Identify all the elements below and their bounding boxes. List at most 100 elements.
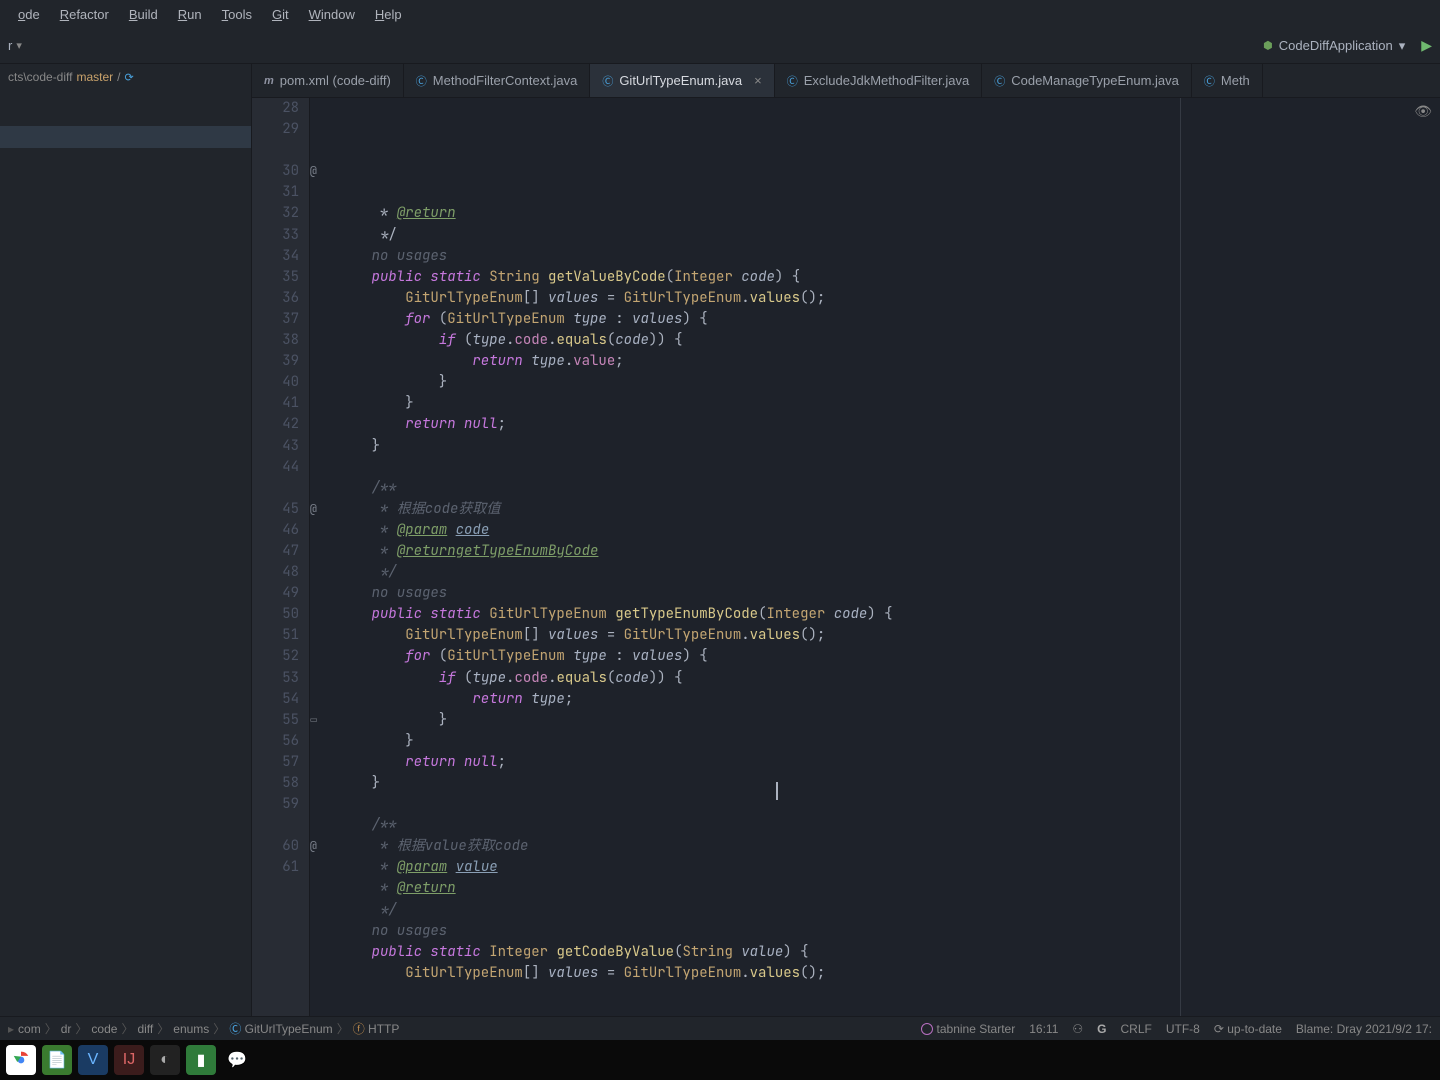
breadcrumb-item[interactable]: code	[91, 1022, 117, 1036]
run-config-label: CodeDiffApplication	[1279, 38, 1393, 53]
menu-tools[interactable]: Tools	[212, 3, 262, 26]
breadcrumb-path[interactable]: ▸com 〉 dr 〉 code 〉 diff 〉 enums 〉 Ⓒ GitU…	[8, 1020, 399, 1037]
code-line[interactable]: return null;	[338, 414, 1440, 435]
breadcrumb-item[interactable]: ⓕ HTTP	[353, 1020, 400, 1037]
menu-git[interactable]: Git	[262, 3, 299, 26]
code-line[interactable]: no usages	[338, 583, 1440, 604]
code-line[interactable]: * @return	[338, 878, 1440, 899]
taskbar-app[interactable]: ▮	[186, 1045, 216, 1075]
menu-ode[interactable]: ode	[8, 3, 50, 26]
nav-dropdown[interactable]: r	[8, 38, 12, 53]
code-line[interactable]: return type.value;	[338, 351, 1440, 372]
code-line[interactable]: }	[338, 731, 1440, 752]
code-line[interactable]: if (type.code.equals(code)) {	[338, 330, 1440, 351]
taskbar-app[interactable]: V	[78, 1045, 108, 1075]
class-icon: Ⓒ	[229, 1022, 244, 1036]
code-line[interactable]	[338, 794, 1440, 815]
menu-run[interactable]: Run	[168, 3, 212, 26]
menu-build[interactable]: Build	[119, 3, 168, 26]
status-bar: ▸com 〉 dr 〉 code 〉 diff 〉 enums 〉 Ⓒ GitU…	[0, 1016, 1440, 1040]
code-line[interactable]: * @param code	[338, 520, 1440, 541]
run-config-icon: ⬢	[1263, 39, 1273, 52]
git-blame[interactable]: Blame: Dray 2021/9/2 17:	[1296, 1022, 1432, 1036]
tabnine-status[interactable]: tabnine Starter	[921, 1022, 1016, 1036]
chevron-down-icon: ▾	[16, 39, 22, 52]
project-path[interactable]: cts\code-diff master / ⟳	[0, 64, 251, 90]
run-configuration[interactable]: ⬢ CodeDiffApplication ▾	[1255, 34, 1413, 58]
breadcrumb-item[interactable]: dr	[61, 1022, 72, 1036]
code-line[interactable]: public static GitUrlTypeEnum getTypeEnum…	[338, 604, 1440, 625]
code-line[interactable]: GitUrlTypeEnum[] values = GitUrlTypeEnum…	[338, 963, 1440, 984]
code-line[interactable]: }	[338, 372, 1440, 393]
class-icon: Ⓒ	[787, 73, 798, 89]
project-sidebar: cts\code-diff master / ⟳	[0, 64, 252, 1016]
code-line[interactable]: /**	[338, 478, 1440, 499]
close-icon[interactable]: ×	[754, 73, 762, 88]
code-line[interactable]: * 根据code获取值	[338, 499, 1440, 520]
code-line[interactable]: }	[338, 393, 1440, 414]
tabnine-icon	[921, 1023, 933, 1035]
taskbar-app[interactable]: 📄	[42, 1045, 72, 1075]
code-area[interactable]: 👁 * @return */ no usages public static S…	[310, 98, 1440, 1016]
code-line[interactable]: * @param value	[338, 857, 1440, 878]
code-line[interactable]: GitUrlTypeEnum[] values = GitUrlTypeEnum…	[338, 625, 1440, 646]
git-status[interactable]: ⟳ up-to-date	[1214, 1022, 1282, 1036]
google-icon[interactable]: G	[1097, 1022, 1106, 1036]
file-encoding[interactable]: UTF-8	[1166, 1022, 1200, 1036]
code-line[interactable]: for (GitUrlTypeEnum type : values) {	[338, 309, 1440, 330]
chevron-down-icon: ▾	[1399, 38, 1406, 54]
taskbar-app[interactable]: 💬	[222, 1045, 252, 1075]
code-line[interactable]: no usages	[338, 246, 1440, 267]
breadcrumb-item[interactable]: com	[18, 1022, 41, 1036]
code-line[interactable]: */	[338, 225, 1440, 246]
maven-icon: m	[264, 75, 274, 87]
code-line[interactable]: GitUrlTypeEnum[] values = GitUrlTypeEnum…	[338, 288, 1440, 309]
tab-giturltypeenum-java[interactable]: ⒸGitUrlTypeEnum.java×	[590, 64, 774, 97]
tab-excludejdkmethodfilter-java[interactable]: ⒸExcludeJdkMethodFilter.java	[775, 64, 982, 97]
tab-meth[interactable]: ⒸMeth	[1192, 64, 1263, 97]
line-ending[interactable]: CRLF	[1120, 1022, 1151, 1036]
code-line[interactable]: }	[338, 710, 1440, 731]
tab-pom-xml--code-diff-[interactable]: mpom.xml (code-diff)	[252, 64, 404, 97]
breadcrumb-item[interactable]: diff	[137, 1022, 153, 1036]
code-line[interactable]	[338, 457, 1440, 478]
menu-help[interactable]: Help	[365, 3, 412, 26]
cursor-position[interactable]: 16:11	[1029, 1022, 1058, 1036]
breadcrumb-item[interactable]: Ⓒ GitUrlTypeEnum	[229, 1020, 332, 1037]
inspections-eye-icon[interactable]: 👁	[1414, 102, 1432, 123]
code-line[interactable]: return type;	[338, 689, 1440, 710]
tab-codemanagetypeenum-java[interactable]: ⒸCodeManageTypeEnum.java	[982, 64, 1192, 97]
toolbar-left[interactable]: r▾	[8, 38, 22, 53]
code-line[interactable]: */	[338, 562, 1440, 583]
taskbar-app[interactable]: IJ	[114, 1045, 144, 1075]
code-line[interactable]: */	[338, 900, 1440, 921]
main-menu: odeRefactorBuildRunToolsGitWindowHelp	[0, 0, 1440, 28]
code-line[interactable]: public static Integer getCodeByValue(Str…	[338, 942, 1440, 963]
code-line[interactable]: no usages	[338, 921, 1440, 942]
code-line[interactable]: /**	[338, 815, 1440, 836]
code-line[interactable]: * @returngetTypeEnumByCode	[338, 541, 1440, 562]
code-line[interactable]: }	[338, 773, 1440, 794]
editor-tabs: mpom.xml (code-diff)ⒸMethodFilterContext…	[252, 64, 1440, 98]
right-margin-line	[1180, 98, 1181, 1016]
menu-refactor[interactable]: Refactor	[50, 3, 119, 26]
git-branch: master	[76, 70, 113, 84]
sync-icon[interactable]: ⟳	[125, 71, 134, 84]
sidebar-selected-item[interactable]	[0, 126, 251, 148]
class-icon: Ⓒ	[416, 73, 427, 89]
run-button[interactable]: ▶	[1421, 37, 1432, 54]
breadcrumb-item[interactable]: enums	[173, 1022, 209, 1036]
code-line[interactable]: }	[338, 436, 1440, 457]
taskbar-app[interactable]	[6, 1045, 36, 1075]
taskbar-app[interactable]: ◐	[150, 1045, 180, 1075]
code-line[interactable]: if (type.code.equals(code)) {	[338, 668, 1440, 689]
code-line[interactable]: * @return	[338, 203, 1440, 224]
code-editor[interactable]: 282930@313233343536373839404142434445@46…	[252, 98, 1440, 1016]
code-line[interactable]: * 根据value获取code	[338, 836, 1440, 857]
code-line[interactable]: return null;	[338, 752, 1440, 773]
tab-methodfiltercontext-java[interactable]: ⒸMethodFilterContext.java	[404, 64, 591, 97]
menu-window[interactable]: Window	[299, 3, 365, 26]
code-line[interactable]: public static String getValueByCode(Inte…	[338, 267, 1440, 288]
code-line[interactable]: for (GitUrlTypeEnum type : values) {	[338, 646, 1440, 667]
ai-icon[interactable]: ⚇	[1072, 1022, 1083, 1036]
